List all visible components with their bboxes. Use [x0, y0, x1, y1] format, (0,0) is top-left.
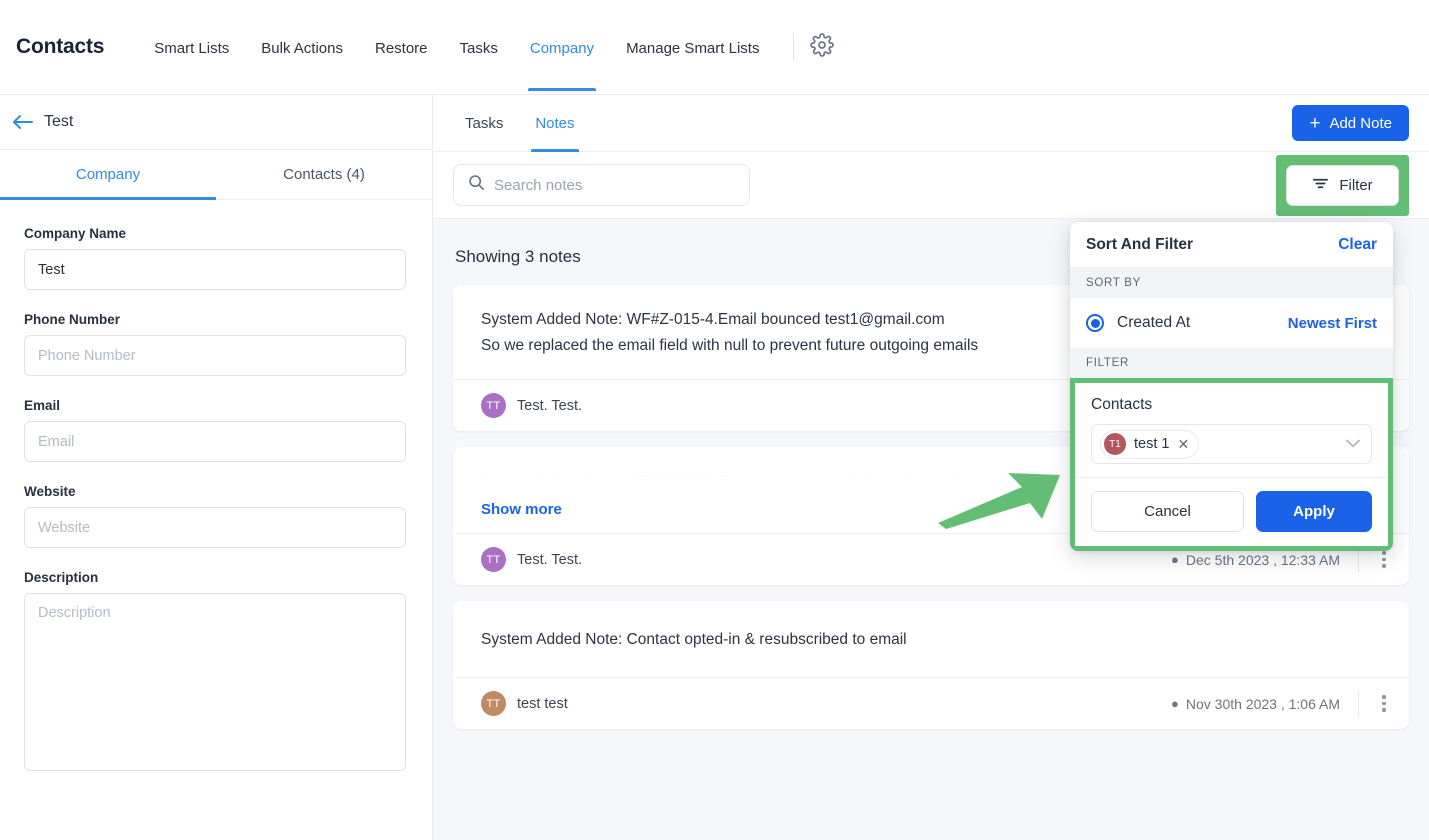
filter-button-label: Filter	[1339, 176, 1373, 194]
selected-contact-chip[interactable]: T1 test 1 ✕	[1100, 429, 1200, 459]
close-icon[interactable]: ✕	[1177, 437, 1189, 451]
popover-header: Sort And Filter Clear	[1070, 222, 1393, 268]
chip-label: test 1	[1134, 436, 1170, 452]
contacts-filter-highlight-annotation: Contacts T1 test 1 ✕ Cancel Apply	[1070, 378, 1393, 551]
contacts-multiselect[interactable]: T1 test 1 ✕	[1091, 424, 1372, 464]
add-note-button[interactable]: + Add Note	[1292, 105, 1409, 141]
label-description: Description	[24, 570, 99, 585]
website-input[interactable]	[24, 507, 406, 548]
company-detail-panel: Test Company Contacts (4) Company Name P…	[0, 95, 433, 840]
sort-by-section-label: SORT BY	[1070, 268, 1393, 298]
page-title: Contacts	[16, 35, 105, 58]
apply-button[interactable]: Apply	[1256, 491, 1372, 532]
sort-option-label: Created At	[1117, 314, 1191, 331]
description-textarea[interactable]	[24, 593, 406, 771]
show-more-link[interactable]: Show more	[481, 501, 562, 518]
avatar: TT	[481, 691, 506, 716]
notes-toolbar: Search notes Filter	[433, 152, 1429, 219]
filter-icon	[1312, 176, 1329, 195]
chip-avatar: T1	[1104, 433, 1126, 455]
radio-created-at[interactable]	[1086, 314, 1104, 332]
label-phone-number: Phone Number	[24, 312, 121, 327]
email-input[interactable]	[24, 421, 406, 462]
label-website: Website	[24, 484, 76, 499]
nav-tab-restore[interactable]: Restore	[359, 4, 444, 91]
sort-direction-toggle[interactable]: Newest First	[1288, 315, 1377, 332]
sort-and-filter-popover: Sort And Filter Clear SORT BY Created At…	[1070, 222, 1393, 551]
note-text: System Added Note: Contact opted-in & re…	[481, 631, 907, 648]
popover-actions: Cancel Apply	[1075, 477, 1388, 546]
filter-highlight-annotation: Filter	[1276, 154, 1409, 216]
filter-section-label: FILTER	[1070, 348, 1393, 378]
nav-tab-bulk-actions[interactable]: Bulk Actions	[245, 4, 359, 91]
search-notes-box[interactable]: Search notes	[453, 164, 750, 206]
tab-notes[interactable]: Notes	[523, 95, 586, 152]
nav-tab-tasks[interactable]: Tasks	[444, 4, 514, 91]
label-email: Email	[24, 398, 61, 413]
panel-header: Test	[0, 95, 432, 150]
phone-number-input[interactable]	[24, 335, 406, 376]
plus-icon: +	[1309, 112, 1321, 134]
field-website: Website	[24, 484, 408, 548]
add-note-label: Add Note	[1329, 114, 1392, 132]
note-more-options-icon[interactable]	[1373, 695, 1395, 712]
panel-tabs: Company Contacts (4)	[0, 150, 432, 200]
popover-title: Sort And Filter	[1086, 235, 1194, 253]
contacts-filter-block: Contacts T1 test 1 ✕	[1075, 383, 1388, 464]
search-icon	[468, 174, 485, 196]
nav-tab-smart-lists[interactable]: Smart Lists	[138, 4, 245, 91]
note-footer: TT test test ● Nov 30th 2023 , 1:06 AM	[453, 677, 1409, 729]
notes-tabs: Tasks Notes	[453, 95, 595, 152]
company-name-heading: Test	[44, 113, 74, 130]
meta-divider	[1358, 547, 1359, 572]
avatar: TT	[481, 393, 506, 418]
filter-button[interactable]: Filter	[1286, 164, 1399, 206]
note-author: Test. Test.	[517, 397, 583, 414]
note-bullet-icon: ●	[1171, 696, 1179, 711]
chevron-down-icon[interactable]	[1346, 437, 1363, 451]
field-email: Email	[24, 398, 408, 462]
field-company-name: Company Name	[24, 226, 408, 290]
note-body: System Added Note: Contact opted-in & re…	[453, 601, 1409, 677]
label-company-name: Company Name	[24, 226, 127, 241]
note-more-options-icon[interactable]	[1373, 551, 1395, 568]
nav-tab-company[interactable]: Company	[514, 4, 610, 91]
nav-divider	[793, 33, 795, 61]
note-bullet-icon: ●	[1171, 552, 1179, 567]
filter-button-wrapper: Filter	[1276, 154, 1409, 216]
top-nav-items: Smart Lists Bulk Actions Restore Tasks C…	[138, 4, 775, 91]
field-description: Description	[24, 570, 408, 776]
panel-tab-company[interactable]: Company	[0, 150, 216, 200]
note-meta: ● Nov 30th 2023 , 1:06 AM	[1171, 691, 1395, 716]
cancel-button[interactable]: Cancel	[1091, 491, 1244, 532]
field-phone-number: Phone Number	[24, 312, 408, 376]
note-date: Dec 5th 2023 , 12:33 AM	[1185, 551, 1340, 568]
top-navigation-bar: Contacts Smart Lists Bulk Actions Restor…	[0, 0, 1429, 95]
clear-filters-link[interactable]: Clear	[1338, 236, 1377, 254]
note-card: System Added Note: Contact opted-in & re…	[453, 601, 1409, 729]
panel-tab-contacts[interactable]: Contacts (4)	[216, 150, 432, 199]
back-arrow-icon[interactable]	[10, 112, 36, 132]
sort-option-created-at[interactable]: Created At Newest First	[1070, 298, 1393, 348]
avatar: TT	[481, 547, 506, 572]
note-author: test test	[517, 695, 568, 712]
notes-header: Tasks Notes + Add Note	[433, 95, 1429, 152]
app-root: Contacts Smart Lists Bulk Actions Restor…	[0, 0, 1429, 840]
meta-divider	[1358, 691, 1359, 716]
company-form: Company Name Phone Number Email Website …	[0, 200, 432, 776]
tab-tasks[interactable]: Tasks	[453, 95, 515, 152]
note-meta: ● Dec 5th 2023 , 12:33 AM	[1171, 547, 1395, 572]
contacts-filter-label: Contacts	[1091, 396, 1153, 413]
settings-gear-button[interactable]	[810, 32, 835, 62]
search-notes-placeholder: Search notes	[494, 176, 583, 194]
gear-icon	[810, 32, 835, 62]
company-name-input[interactable]	[24, 249, 406, 290]
note-author: Test. Test.	[517, 551, 583, 568]
nav-tab-manage-smart-lists[interactable]: Manage Smart Lists	[610, 4, 775, 91]
note-date: Nov 30th 2023 , 1:06 AM	[1185, 695, 1340, 712]
